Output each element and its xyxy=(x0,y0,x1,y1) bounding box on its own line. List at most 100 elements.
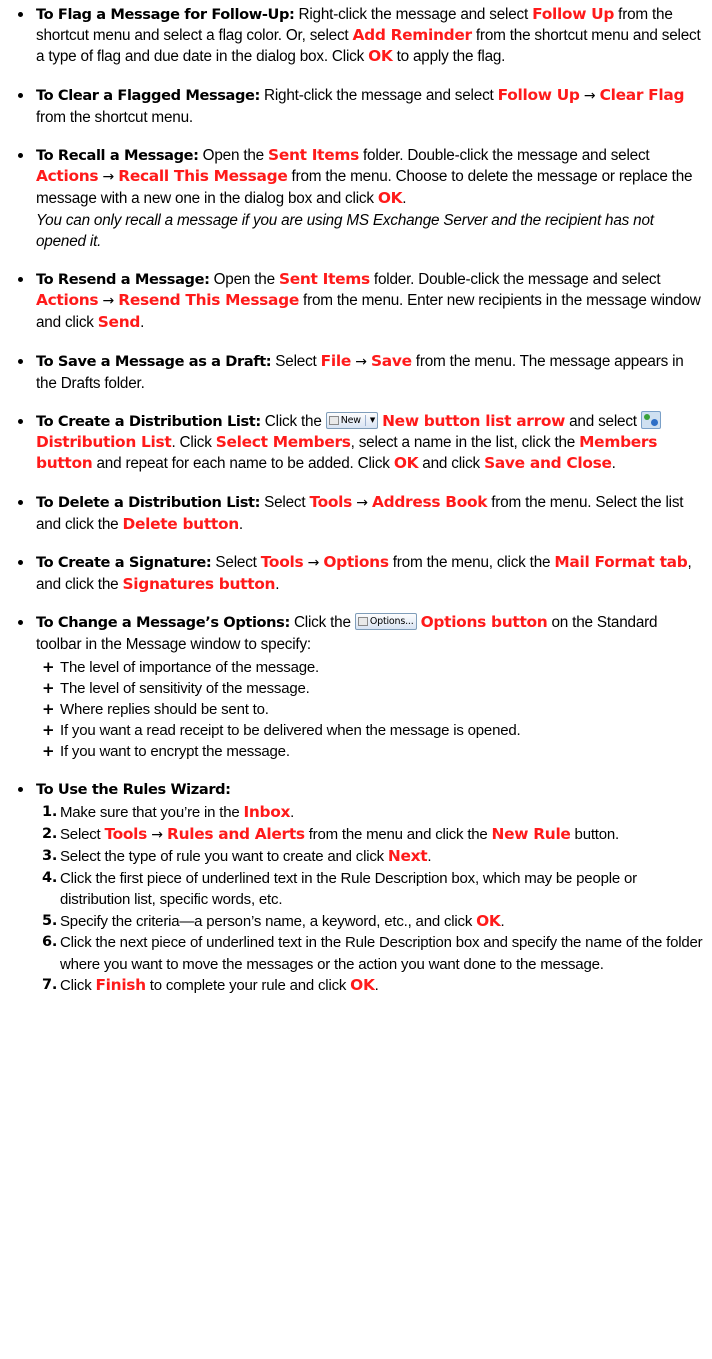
step-text: Click xyxy=(60,977,96,995)
step-text: Click the next piece of underlined text … xyxy=(60,934,703,973)
step-text: Click the first piece of underlined text… xyxy=(60,869,637,909)
button-separator xyxy=(364,415,366,427)
tip-title: To Create a Signature: xyxy=(36,554,212,572)
step-number: 5. xyxy=(42,912,58,929)
tip-title: To Create a Distribution List: xyxy=(36,413,261,431)
highlight-term: Inbox xyxy=(243,803,291,822)
dropdown-arrow-icon[interactable]: ▼ xyxy=(370,410,375,431)
tip-text: . xyxy=(402,190,407,208)
tip-text: and repeat for each name to be added. Cl… xyxy=(92,455,394,473)
list-item: Where replies should be sent to. xyxy=(42,699,704,720)
tip-text: , select a name in the list, click the xyxy=(350,434,580,452)
step-item: 3. Select the type of rule you want to c… xyxy=(42,846,704,868)
arrow-right-icon: → xyxy=(579,87,600,104)
tip-title: To Flag a Message for Follow-Up: xyxy=(36,6,295,23)
highlight-term: OK xyxy=(393,454,419,473)
step-text: to complete your rule and click xyxy=(145,977,351,995)
arrow-right-icon: → xyxy=(303,555,324,572)
highlight-term: Next xyxy=(387,847,428,866)
highlight-term: Options button xyxy=(420,613,548,632)
step-number: 3. xyxy=(42,848,58,865)
highlight-term: Save and Close xyxy=(484,454,612,473)
tip-text: from the menu, click the xyxy=(388,554,555,572)
tip-text: folder. Double-click the message and sel… xyxy=(358,147,650,165)
tip-text: . xyxy=(238,515,243,533)
step-number: 7. xyxy=(42,977,58,994)
arrow-right-icon: → xyxy=(98,293,119,310)
step-item: 7. Click Finish to complete your rule an… xyxy=(42,975,704,997)
step-number: 1. xyxy=(42,804,58,821)
highlight-term: Tools xyxy=(309,492,352,511)
tip-text: to apply the flag. xyxy=(392,48,506,66)
highlight-term: Finish xyxy=(95,976,146,995)
tip-resend-message: To Resend a Message: Open the Sent Items… xyxy=(16,269,704,334)
tips-list: To Flag a Message for Follow-Up: Right-c… xyxy=(16,4,704,997)
arrow-right-icon: → xyxy=(350,353,371,370)
highlight-term: Signatures button xyxy=(122,575,276,594)
tip-text: Select xyxy=(271,352,321,370)
tip-text: Right-click the message and select xyxy=(259,86,498,104)
tip-create-distribution-list: To Create a Distribution List: Click the… xyxy=(16,411,704,475)
new-mail-icon xyxy=(328,416,339,426)
tip-text: Right-click the message and select xyxy=(294,6,533,23)
tip-title: To Save a Message as a Draft: xyxy=(36,352,272,370)
tip-text: . xyxy=(611,455,616,473)
step-item: 2. Select Tools → Rules and Alerts from … xyxy=(42,824,704,847)
tip-text: Click the xyxy=(289,614,355,632)
highlight-term: Rules and Alerts xyxy=(167,824,305,843)
step-text: . xyxy=(290,804,295,822)
tip-save-draft: To Save a Message as a Draft: Select Fil… xyxy=(16,351,704,394)
highlight-term: File xyxy=(320,351,352,370)
tip-title: To Resend a Message: xyxy=(36,271,210,289)
step-text: Select the type of rule you want to crea… xyxy=(60,848,388,866)
tip-text: and select xyxy=(565,413,641,431)
new-toolbar-button[interactable]: New ▼ xyxy=(325,410,379,431)
highlight-term: Actions xyxy=(36,167,99,186)
step-item: 4. Click the first piece of underlined t… xyxy=(42,868,704,911)
step-text: . xyxy=(374,977,379,995)
list-item: If you want to encrypt the message. xyxy=(42,741,704,762)
arrow-right-icon: → xyxy=(351,494,373,511)
highlight-term: Send xyxy=(97,313,141,332)
options-button-label: Options... xyxy=(369,616,414,628)
arrow-right-icon: → xyxy=(98,169,119,186)
highlight-term: Actions xyxy=(36,291,99,310)
highlight-term: Select Members xyxy=(215,433,351,452)
highlight-term: Save xyxy=(371,351,412,370)
step-text: Select xyxy=(60,825,105,843)
step-text: . xyxy=(500,912,505,930)
step-item: 1. Make sure that you’re in the Inbox. xyxy=(42,802,704,824)
highlight-term: Sent Items xyxy=(278,270,370,289)
highlight-term: Delete button xyxy=(122,514,239,533)
tip-text: Open the xyxy=(209,271,279,289)
step-text: button. xyxy=(570,825,620,843)
tip-text: Select xyxy=(260,493,310,511)
tip-text: . xyxy=(140,314,145,332)
step-number: 6. xyxy=(42,934,58,951)
tip-flag-message: To Flag a Message for Follow-Up: Right-c… xyxy=(16,4,704,68)
highlight-term: Follow Up xyxy=(532,5,615,23)
distribution-list-icon xyxy=(640,411,661,430)
step-number: 2. xyxy=(42,825,58,842)
options-sublist: The level of importance of the message. … xyxy=(42,657,704,762)
tip-text: and click xyxy=(418,455,485,473)
highlight-term: Recall This Message xyxy=(118,167,288,186)
highlight-term: Sent Items xyxy=(268,146,359,165)
options-toolbar-button[interactable]: Options... xyxy=(354,613,417,631)
step-text: from the menu and click the xyxy=(304,825,492,843)
tip-recall-message: To Recall a Message: Open the Sent Items… xyxy=(16,145,704,252)
tip-message-options: To Change a Message’s Options: Click the… xyxy=(16,612,704,762)
list-item: If you want a read receipt to be deliver… xyxy=(42,720,704,741)
tip-title: To Use the Rules Wizard: xyxy=(36,780,231,798)
tip-create-signature: To Create a Signature: Select Tools → Op… xyxy=(16,552,704,595)
document-page: To Flag a Message for Follow-Up: Right-c… xyxy=(0,0,712,997)
highlight-term: Resend This Message xyxy=(118,291,299,310)
highlight-term: Mail Format tab xyxy=(554,553,688,572)
list-item: The level of sensitivity of the message. xyxy=(42,678,704,699)
arrow-right-icon: → xyxy=(147,826,168,843)
step-item: 5. Specify the criteria—a person’s name,… xyxy=(42,911,704,933)
step-number: 4. xyxy=(42,869,58,886)
tip-title: To Change a Message’s Options: xyxy=(36,614,290,632)
options-icon xyxy=(357,617,368,627)
tip-text: . xyxy=(275,576,280,594)
